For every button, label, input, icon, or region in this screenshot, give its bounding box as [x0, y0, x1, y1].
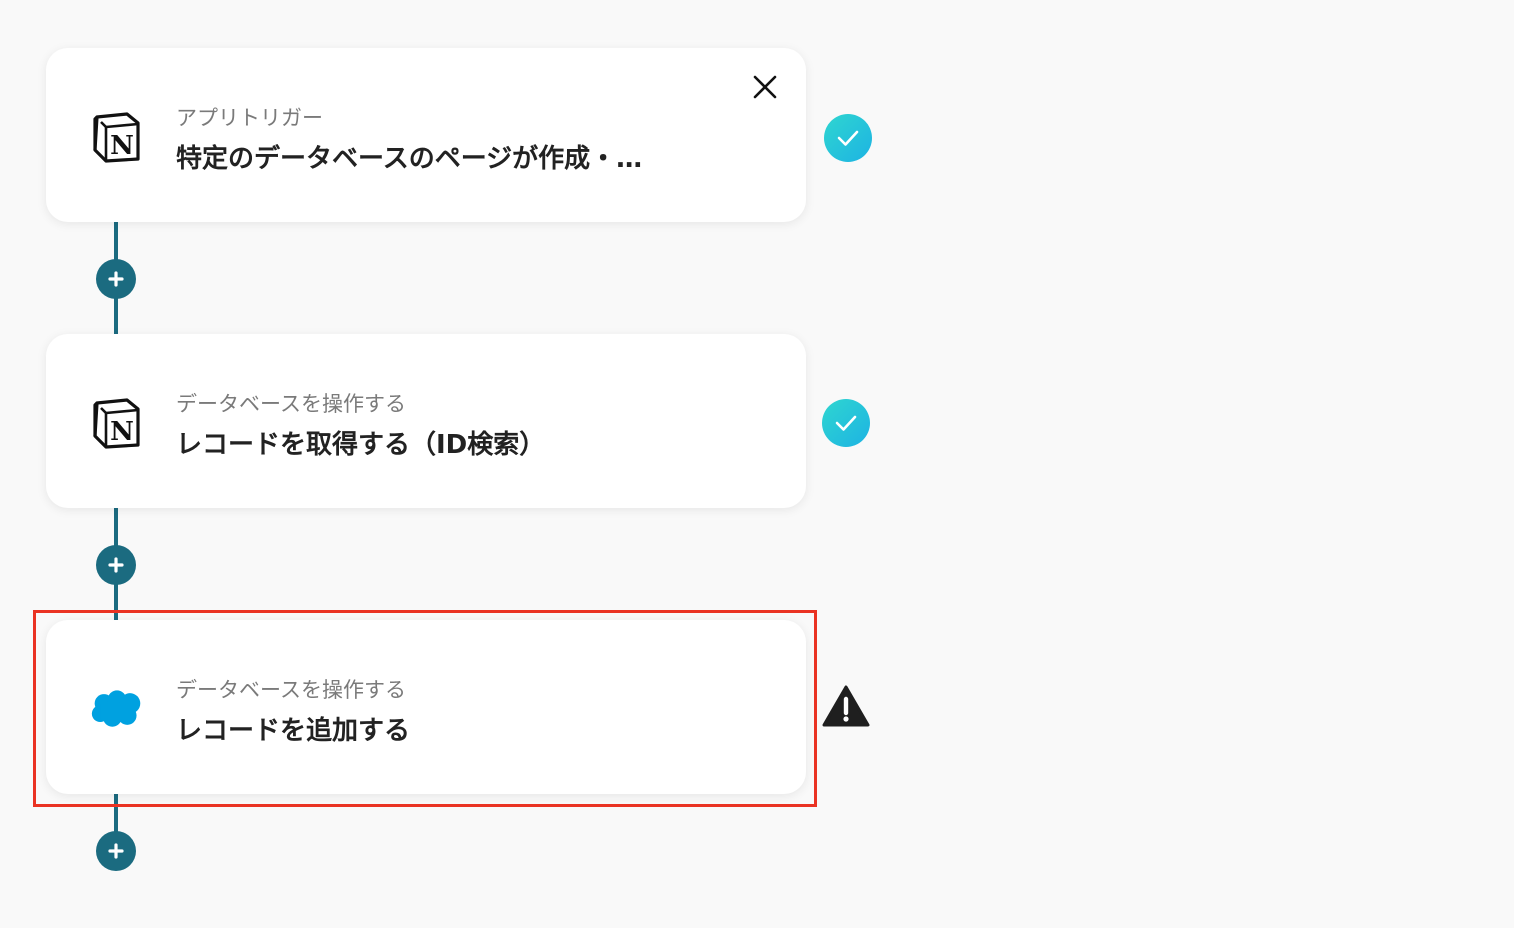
salesforce-logo-icon — [90, 682, 144, 736]
add-step-button[interactable] — [96, 545, 136, 585]
close-button[interactable] — [750, 72, 780, 102]
step-title: レコードを取得する（ID検索） — [176, 430, 546, 460]
step-subtitle: アプリトリガー — [176, 106, 323, 130]
warning-icon — [822, 685, 870, 727]
add-step-button[interactable] — [96, 259, 136, 299]
add-step-button[interactable] — [96, 831, 136, 871]
notion-logo-icon: N — [90, 110, 144, 164]
step-subtitle: データベースを操作する — [176, 392, 406, 416]
check-icon — [835, 415, 857, 431]
step-title: 特定のデータベースのページが作成・… — [176, 144, 643, 174]
flow-step-card-get-record[interactable]: N データベースを操作する レコードを取得する（ID検索） — [46, 334, 806, 508]
check-icon — [837, 130, 859, 146]
plus-icon — [108, 557, 124, 573]
notion-logo-icon: N — [90, 396, 144, 450]
step-complete-status — [824, 114, 872, 162]
step-complete-status — [822, 399, 870, 447]
flow-step-card-trigger[interactable]: N アプリトリガー 特定のデータベースのページが作成・… — [46, 48, 806, 222]
plus-icon — [108, 843, 124, 859]
step-title: レコードを追加する — [176, 716, 411, 746]
step-subtitle: データベースを操作する — [176, 678, 406, 702]
close-icon — [753, 75, 777, 99]
plus-icon — [108, 271, 124, 287]
flow-step-card-add-record[interactable]: データベースを操作する レコードを追加する — [46, 620, 806, 794]
step-warning-status — [822, 682, 870, 730]
svg-text:N: N — [110, 131, 134, 161]
flow-connector — [114, 794, 118, 834]
svg-text:N: N — [110, 417, 134, 447]
